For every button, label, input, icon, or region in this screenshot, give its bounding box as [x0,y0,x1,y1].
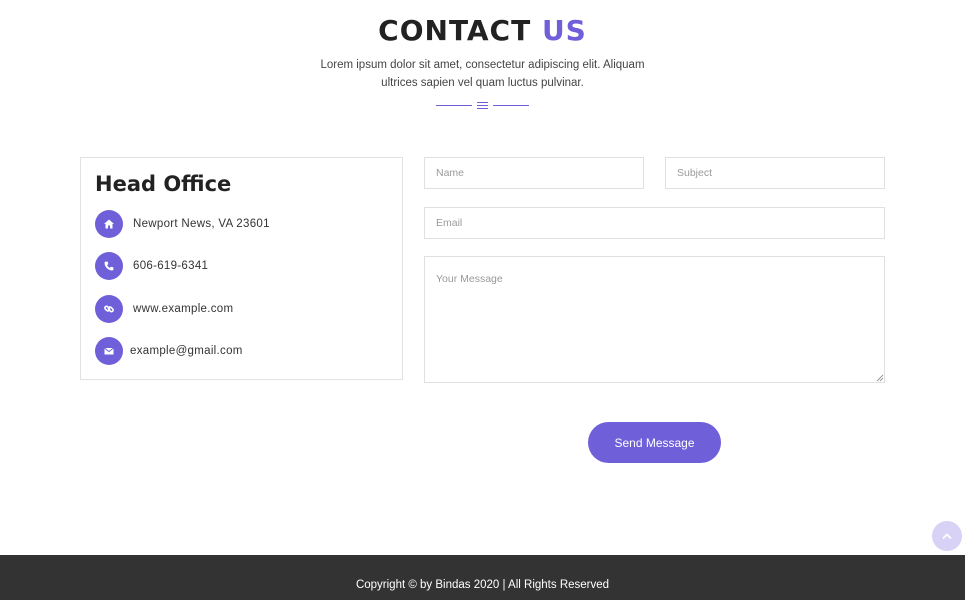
office-email: example@gmail.com [130,345,243,357]
office-title: Head Office [95,172,232,196]
envelope-icon [95,337,123,365]
name-input[interactable] [424,157,644,189]
chevron-up-icon [942,533,952,539]
divider-line-left [436,105,472,106]
message-textarea[interactable] [424,256,885,383]
footer-copyright: Copyright © by Bindas 2020 | All Rights … [355,579,610,591]
back-to-top-button[interactable] [932,521,962,551]
divider-line-right [493,105,529,106]
send-message-button[interactable]: Send Message [588,422,721,463]
office-email-row: example@gmail.com [95,337,243,365]
section-title-accent: US [541,14,587,47]
office-address: Newport News, VA 23601 [133,218,270,230]
link-icon [95,295,123,323]
email-input[interactable] [424,207,885,239]
office-website: www.example.com [133,303,234,315]
office-website-row: www.example.com [95,295,233,323]
divider-bars-icon [477,102,488,110]
footer: Copyright © by Bindas 2020 | All Rights … [0,555,965,600]
office-phone-row: 606-619-6341 [95,252,208,280]
office-phone: 606-619-6341 [133,260,209,272]
section-description: Lorem ipsum dolor sit amet, consectetur … [320,59,645,89]
section-title-main: CONTACT [378,14,532,47]
head-office-card: Head Office Newport News, VA 23601 606-6… [80,157,403,380]
office-address-row: Newport News, VA 23601 [95,210,270,238]
section-title: CONTACT US [0,14,965,47]
resize-grip-icon[interactable] [875,373,884,382]
phone-icon [95,252,123,280]
title-divider [436,101,529,111]
home-icon [95,210,123,238]
subject-input[interactable] [665,157,885,189]
